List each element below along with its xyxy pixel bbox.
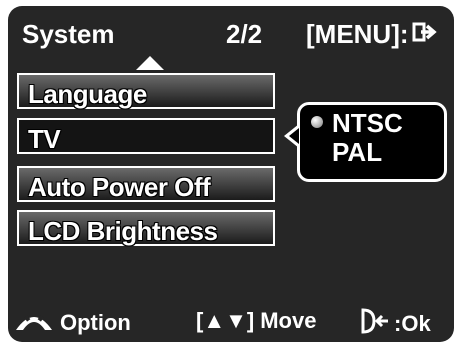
tv-option-pal[interactable]: PAL <box>332 137 382 168</box>
footer-option-hint: Option <box>14 308 131 338</box>
menu-exit-hint[interactable]: [MENU]: <box>306 19 438 50</box>
menu-item-label: LCD Brightness <box>27 215 218 247</box>
option-label: Option <box>60 310 131 335</box>
tv-option-ntsc[interactable]: NTSC <box>332 108 403 139</box>
menu-item-lcd-brightness[interactable]: LCD Brightness <box>17 210 275 247</box>
menu-item-tv[interactable]: TV <box>17 118 275 155</box>
exit-arrow-icon <box>412 19 438 50</box>
up-down-icon: [▲▼] <box>196 308 255 333</box>
ok-label: :Ok <box>394 311 431 336</box>
d-arrow-icon <box>360 308 390 340</box>
tv-options-popup: NTSC PAL <box>297 102 447 182</box>
selected-radio-icon <box>311 116 323 128</box>
footer-move-hint: [▲▼] Move <box>196 308 316 334</box>
menu-item-label: TV <box>27 123 61 155</box>
menu-item-auto-power-off[interactable]: Auto Power Off <box>17 166 275 203</box>
page-indicator: 2/2 <box>226 19 263 49</box>
popup-pointer-inner <box>289 128 299 144</box>
move-label: Move <box>260 308 317 333</box>
menu-title: System <box>22 19 115 49</box>
footer-ok-hint: :Ok <box>360 308 431 340</box>
menu-item-label: Auto Power Off <box>27 171 211 203</box>
dial-icon <box>14 308 54 338</box>
menu-exit-label: [MENU]: <box>306 19 409 49</box>
menu-item-label: Language <box>27 78 148 110</box>
scroll-up-icon[interactable] <box>136 56 164 70</box>
menu-item-language[interactable]: Language <box>17 73 275 110</box>
camera-screen: System 2/2 [MENU]: Language TV Auto Powe… <box>8 6 454 342</box>
